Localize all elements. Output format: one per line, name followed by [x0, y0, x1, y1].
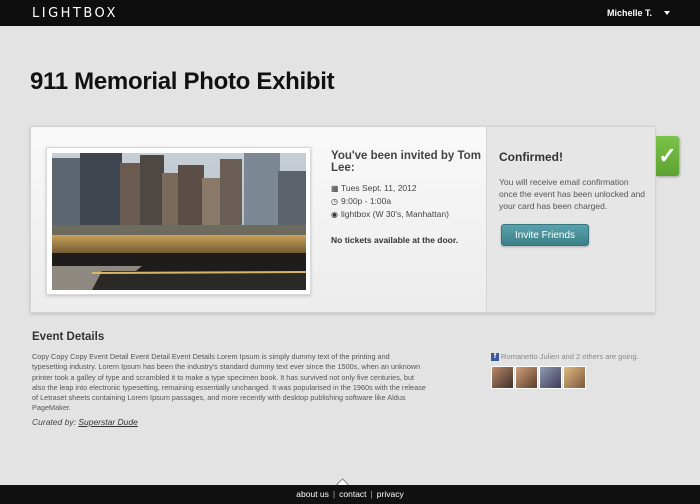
attendees-text: Romanetto Julien and 2 others are going. [501, 352, 639, 361]
confirmation-heading: Confirmed! [499, 150, 563, 164]
event-location-row: ◉ lightbox (W 30's, Manhattan) [331, 209, 449, 219]
avatar[interactable] [563, 366, 586, 389]
user-menu-name[interactable]: Michelle T. [607, 8, 652, 18]
event-time-row: ◷ 9:00p - 1:00a [331, 196, 391, 206]
checkmark-icon: ✓ [656, 136, 679, 176]
footer: about us | contact | privacy [0, 485, 700, 504]
curated-by-label: Curated by: [32, 417, 76, 427]
memorial-photo-image [52, 153, 306, 290]
facebook-icon: f [491, 353, 499, 362]
location-icon: ◉ [331, 210, 338, 219]
event-details-body: Copy Copy Copy Event Detail Event Detail… [32, 352, 426, 413]
invited-by-heading: You've been invited by Tom Lee: [331, 150, 481, 174]
confirmation-text: You will receive email confirmation once… [499, 177, 646, 211]
tickets-note: No tickets available at the door. [331, 235, 459, 245]
event-date-row: ▦ Tues Sept. 11, 2012 [331, 183, 417, 193]
footer-separator: | [370, 489, 373, 499]
event-details-heading: Event Details [32, 331, 105, 343]
event-photo-frame [46, 147, 311, 295]
lightbox-logo[interactable]: LIGHTBOX [32, 6, 118, 21]
calendar-icon: ▦ [331, 184, 339, 193]
event-time: 9:00p - 1:00a [341, 196, 392, 206]
page-title: 911 Memorial Photo Exhibit [30, 68, 335, 95]
clock-icon: ◷ [331, 197, 338, 206]
footer-link-contact[interactable]: contact [339, 489, 366, 499]
avatar[interactable] [515, 366, 538, 389]
footer-links: about us | contact | privacy [0, 489, 700, 499]
footer-separator: | [332, 489, 336, 499]
curator-link[interactable]: Superstar Dude [78, 417, 138, 427]
footer-link-privacy[interactable]: privacy [377, 489, 404, 499]
curated-by: Curated by: Superstar Dude [32, 417, 138, 427]
footer-link-about[interactable]: about us [296, 489, 329, 499]
avatar[interactable] [539, 366, 562, 389]
event-info-panel: You've been invited by Tom Lee: ▦ Tues Se… [31, 127, 486, 312]
event-location: lightbox (W 30's, Manhattan) [341, 209, 449, 219]
confirmation-panel: Confirmed! You will receive email confir… [486, 127, 655, 312]
invite-friends-button[interactable]: Invite Friends [501, 224, 589, 246]
attendees-going: f Romanetto Julien and 2 others are going… [491, 352, 639, 362]
top-navigation-bar: LIGHTBOX Michelle T. [0, 0, 700, 26]
event-date: Tues Sept. 11, 2012 [341, 183, 417, 193]
chevron-down-icon[interactable] [664, 11, 670, 15]
avatar[interactable] [491, 366, 514, 389]
memorial-photo [52, 153, 306, 290]
event-card: You've been invited by Tom Lee: ▦ Tues Se… [30, 126, 655, 313]
